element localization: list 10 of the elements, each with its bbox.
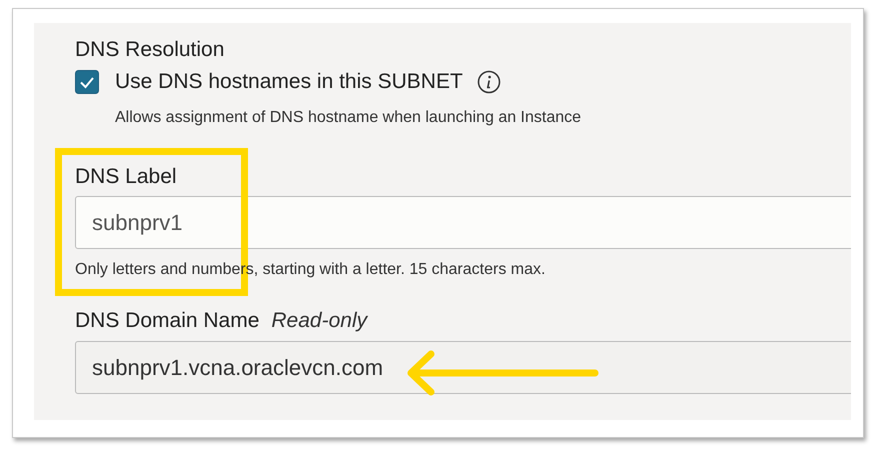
input-field[interactable]: subnprv1 — [75, 196, 851, 249]
checkbox-label: Use DNS hostnames in this SUBNET — [115, 70, 463, 94]
field-label: DNS Label — [75, 165, 177, 189]
help-text: Allows assignment of DNS hostname when launching an Instance — [115, 109, 582, 127]
info-icon[interactable] — [476, 70, 501, 94]
section-title: DNS Resolution — [75, 38, 224, 62]
field-label: DNS Domain Name — [75, 309, 260, 333]
read-only-field[interactable]: subnprv1.vcna.oraclevcn.com — [75, 341, 851, 394]
checkbox[interactable] — [75, 70, 99, 94]
read-only-note: Read-only — [271, 309, 368, 333]
